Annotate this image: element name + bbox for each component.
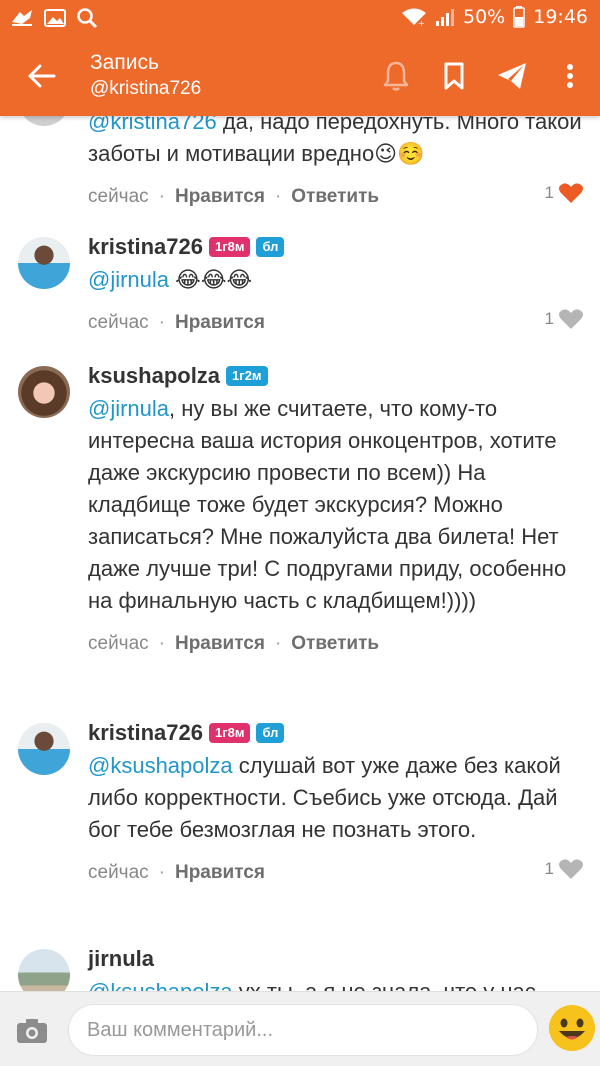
emoji-icon: [549, 1005, 595, 1051]
mention-link[interactable]: @jirnula: [88, 267, 169, 292]
reply-button[interactable]: Ответить: [291, 186, 379, 208]
more-icon: [567, 64, 573, 88]
like-count: 1: [544, 183, 554, 202]
separator: ·: [274, 633, 282, 654]
battery-icon: [513, 6, 525, 28]
avatar[interactable]: [18, 949, 70, 991]
author-row: kristina726 1г8м бл: [88, 232, 584, 262]
camera-icon: [17, 1019, 47, 1043]
comment-feed[interactable]: @kristina726 да, надо передохнуть. Много…: [0, 116, 600, 991]
separator: ·: [158, 633, 165, 654]
arrow-left-icon: [28, 64, 56, 88]
comment-input[interactable]: [68, 1004, 538, 1056]
mention-link[interactable]: @ksushapolza: [88, 753, 233, 778]
tenure-badge: 1г8м: [208, 723, 251, 743]
comment-time: сейчас: [88, 186, 149, 207]
like-button[interactable]: Нравится: [175, 862, 265, 884]
share-button[interactable]: [492, 56, 532, 96]
comment-meta: сейчас · Нравится · Ответить 1: [88, 182, 584, 212]
mention-link[interactable]: @kristina726: [88, 116, 217, 134]
hangouts-icon: [10, 8, 34, 28]
page-subtitle: @kristina726: [90, 78, 202, 99]
author-name[interactable]: kristina726: [88, 234, 203, 260]
author-row: ksushapolza 1г2м: [88, 361, 584, 391]
avatar[interactable]: [18, 723, 70, 775]
author-name[interactable]: kristina726: [88, 720, 203, 746]
author-row: kristina726 1г8м бл: [88, 718, 584, 748]
like-button[interactable]: Нравится: [175, 633, 265, 655]
gallery-icon: [44, 8, 66, 28]
camera-button[interactable]: [16, 1018, 48, 1049]
like-count: 1: [544, 309, 554, 328]
comment-text: @jirnula, ну вы же считаете, что кому-то…: [88, 396, 567, 613]
back-button[interactable]: [22, 58, 62, 94]
comment-composer: [0, 991, 600, 1066]
bookmark-button[interactable]: [434, 56, 474, 96]
svg-text:+: +: [418, 19, 425, 27]
tenure-badge: 1г8м: [208, 237, 251, 257]
like-button[interactable]: Нравится: [175, 186, 265, 208]
like-count: 1: [544, 859, 554, 878]
battery-percent: 50%: [463, 6, 506, 28]
bell-icon: [383, 61, 409, 91]
heart-icon: [559, 309, 583, 329]
avatar[interactable]: [18, 237, 70, 289]
comment-text: @ksushapolza ух ты, а я не знала, что у …: [88, 976, 584, 991]
author-name[interactable]: ksushapolza: [88, 363, 220, 389]
blog-badge: бл: [256, 237, 285, 257]
reply-button[interactable]: Ответить: [291, 633, 379, 655]
more-button[interactable]: [550, 56, 590, 96]
mention-link[interactable]: @ksushapolza: [88, 979, 233, 991]
tenure-badge: 1г2м: [226, 366, 268, 386]
avatar[interactable]: [18, 116, 70, 126]
comment-text: @jirnula 😂😂😂: [88, 267, 253, 292]
separator: ·: [274, 186, 282, 207]
clock: 19:46: [533, 6, 588, 28]
separator: ·: [158, 186, 165, 207]
comment-meta: сейчас · Нравится 1: [88, 858, 584, 888]
comment-meta: сейчас · Нравится · Ответить: [88, 629, 584, 659]
like-button[interactable]: Нравится: [175, 312, 265, 334]
separator: ·: [158, 862, 165, 883]
like-counter[interactable]: 1: [545, 308, 584, 330]
like-counter[interactable]: 1: [545, 182, 584, 204]
heart-icon: [559, 859, 583, 879]
author-row: jirnula: [88, 944, 584, 974]
heart-filled-icon: [559, 183, 583, 203]
app-bar: Запись @kristina726: [0, 36, 600, 116]
comment-time: сейчас: [88, 633, 149, 654]
signal-icon: [435, 7, 455, 27]
notifications-button[interactable]: [376, 56, 416, 96]
comment-text: @ksushapolza слушай вот уже даже без как…: [88, 753, 561, 842]
mention-link[interactable]: @jirnula: [88, 396, 169, 421]
wifi-icon: +: [401, 7, 427, 27]
emoji-button[interactable]: [548, 1004, 596, 1052]
like-counter[interactable]: 1: [545, 858, 584, 880]
app-bar-titles: Запись @kristina726: [90, 50, 201, 102]
page-title: Запись: [90, 51, 159, 74]
comment-time: сейчас: [88, 312, 149, 333]
status-bar: + 50% 19:46: [0, 0, 600, 36]
avatar[interactable]: [18, 366, 70, 418]
separator: ·: [158, 312, 165, 333]
search-icon: [76, 7, 98, 29]
comment-time: сейчас: [88, 862, 149, 883]
blog-badge: бл: [256, 723, 285, 743]
comment-text: @kristina726 да, надо передохнуть. Много…: [88, 116, 584, 170]
comment-meta: сейчас · Нравится 1: [88, 308, 584, 338]
share-icon: [498, 63, 526, 89]
bookmark-icon: [444, 62, 464, 90]
author-name[interactable]: jirnula: [88, 946, 154, 972]
